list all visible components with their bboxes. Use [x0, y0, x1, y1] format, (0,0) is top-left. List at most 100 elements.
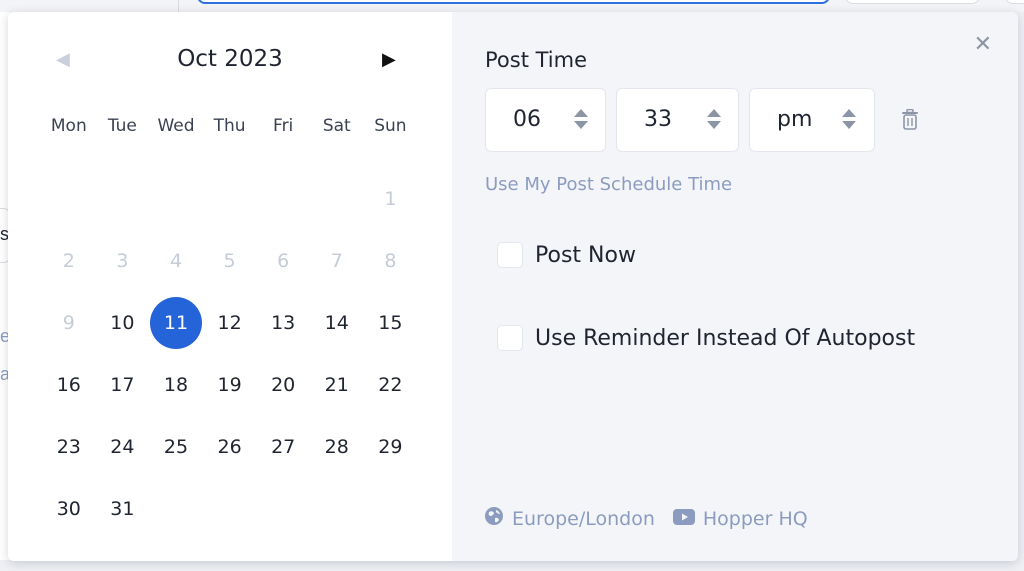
reminder-checkbox[interactable]: [497, 325, 523, 351]
day-number: 6: [277, 250, 290, 272]
day-cell[interactable]: 2: [42, 234, 96, 288]
day-number: 1: [384, 188, 397, 210]
day-cell[interactable]: 29: [364, 420, 418, 474]
calendar-panel: ◀ Oct 2023 ▶ Mon Tue Wed Thu Fri Sat Sun…: [8, 12, 452, 561]
day-number: 8: [384, 250, 397, 272]
day-number: 19: [217, 374, 242, 396]
day-cell: [96, 172, 150, 226]
day-number: 24: [110, 436, 135, 458]
time-panel: ✕ Post Time 06 33 pm Use My Post Schedul…: [452, 12, 1018, 561]
day-cell: [203, 482, 257, 536]
day-cell[interactable]: 20: [256, 358, 310, 412]
calendar-week-row: 30 31: [42, 482, 417, 536]
day-number: 21: [324, 374, 349, 396]
day-cell: [256, 172, 310, 226]
day-number: 4: [169, 250, 183, 272]
day-number: 23: [56, 436, 81, 458]
day-number: 18: [163, 374, 189, 396]
calendar-week-row: 9 10 11 12 13 14 15: [42, 296, 417, 350]
stepper-arrows-icon[interactable]: [707, 109, 721, 133]
day-cell[interactable]: 31: [96, 482, 150, 536]
post-now-checkbox[interactable]: [497, 242, 523, 268]
post-now-label: Post Now: [535, 242, 636, 268]
day-cell[interactable]: 16: [42, 358, 96, 412]
day-cell[interactable]: 18: [149, 358, 203, 412]
day-cell[interactable]: 7: [310, 234, 364, 288]
calendar-header: ◀ Oct 2023 ▶: [8, 44, 452, 80]
calendar-week-row: 23 24 25 26 27 28 29: [42, 420, 417, 474]
day-number: 26: [217, 436, 242, 458]
minute-value: 33: [644, 107, 672, 132]
day-cell[interactable]: 17: [96, 358, 150, 412]
day-number: 29: [378, 436, 403, 458]
day-number: 20: [271, 374, 296, 396]
day-cell[interactable]: 6: [256, 234, 310, 288]
day-cell[interactable]: 15: [364, 296, 418, 350]
reminder-option[interactable]: Use Reminder Instead Of Autopost: [497, 325, 915, 351]
ampm-spinner[interactable]: pm: [749, 88, 875, 152]
account-label: Hopper HQ: [702, 507, 808, 530]
weekday-header-row: Mon Tue Wed Thu Fri Sat Sun: [42, 116, 417, 136]
minute-spinner[interactable]: 33: [616, 88, 739, 152]
calendar-week-row: 16 17 18 19 20 21 22: [42, 358, 417, 412]
day-cell: [256, 482, 310, 536]
day-number: 7: [330, 250, 343, 272]
day-number: 31: [110, 498, 135, 520]
day-cell[interactable]: 4: [149, 234, 203, 288]
day-cell[interactable]: 22: [364, 358, 418, 412]
day-cell[interactable]: 24: [96, 420, 150, 474]
day-number: 30: [56, 498, 81, 520]
day-cell[interactable]: 13: [256, 296, 310, 350]
day-cell[interactable]: 14: [310, 296, 364, 350]
background-input: [197, 0, 830, 4]
day-cell[interactable]: 21: [310, 358, 364, 412]
reminder-label: Use Reminder Instead Of Autopost: [535, 325, 916, 351]
day-number: 27: [271, 436, 296, 458]
hour-spinner[interactable]: 06: [485, 88, 606, 152]
day-cell[interactable]: 12: [203, 296, 257, 350]
day-cell[interactable]: 10: [96, 296, 150, 350]
day-number: 2: [62, 250, 75, 272]
calendar-week-row: 2 3 4 5 6 7 8: [42, 234, 417, 288]
day-cell[interactable]: 9: [42, 296, 96, 350]
weekday-label: Mon: [50, 116, 87, 136]
day-number: 25: [163, 436, 189, 458]
trash-icon[interactable]: [901, 108, 919, 131]
day-cell[interactable]: 27: [256, 420, 310, 474]
calendar-week-row: 1: [42, 172, 417, 226]
stepper-arrows-icon[interactable]: [574, 109, 588, 133]
day-number: 9: [62, 312, 75, 334]
day-number: 12: [217, 312, 242, 334]
day-cell[interactable]: 26: [203, 420, 257, 474]
day-cell[interactable]: 8: [364, 234, 418, 288]
schedule-popup: ◀ Oct 2023 ▶ Mon Tue Wed Thu Fri Sat Sun…: [8, 12, 1018, 561]
day-cell[interactable]: 23: [42, 420, 96, 474]
background-button: [845, 0, 980, 4]
stepper-arrows-icon[interactable]: [842, 109, 856, 133]
day-number: 15: [378, 312, 403, 334]
weekday-label: Sun: [374, 116, 407, 136]
hour-value: 06: [513, 107, 541, 132]
day-number: 16: [56, 374, 81, 396]
day-cell: [310, 172, 364, 226]
timezone-label: Europe/London: [512, 507, 655, 530]
day-cell[interactable]: 30: [42, 482, 96, 536]
day-cell[interactable]: 19: [203, 358, 257, 412]
day-cell[interactable]: 3: [96, 234, 150, 288]
day-cell[interactable]: 25: [149, 420, 203, 474]
post-now-option[interactable]: Post Now: [497, 242, 636, 268]
day-number: 11: [149, 297, 202, 349]
weekday-label: Tue: [107, 116, 137, 136]
day-cell: [42, 172, 96, 226]
day-number: 14: [324, 312, 349, 334]
triangle-right-icon[interactable]: ▶: [382, 50, 402, 70]
weekday-label: Wed: [157, 116, 195, 136]
day-cell-selected[interactable]: 11: [149, 296, 203, 350]
day-cell[interactable]: 1: [364, 172, 418, 226]
use-schedule-time-link[interactable]: Use My Post Schedule Time: [485, 174, 732, 195]
background-divider: [178, 0, 179, 12]
day-cell: [149, 482, 203, 536]
day-cell[interactable]: 28: [310, 420, 364, 474]
close-icon[interactable]: ✕: [974, 34, 992, 56]
day-cell[interactable]: 5: [203, 234, 257, 288]
